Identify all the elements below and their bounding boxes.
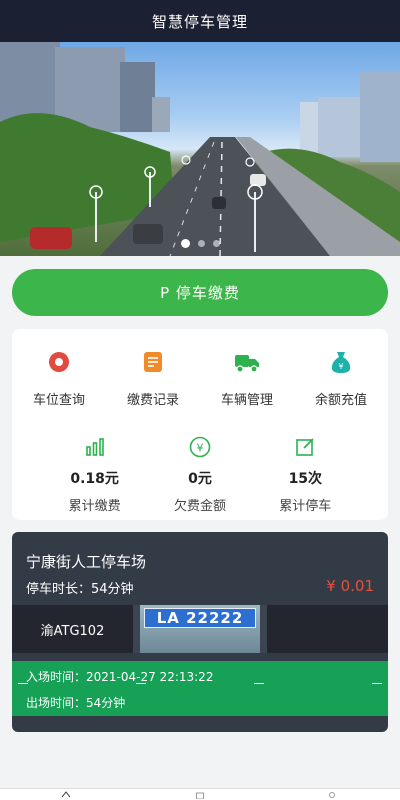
parking-fee: ¥ 0.01: [326, 577, 374, 595]
parking-duration: 停车时长：54分钟: [26, 582, 134, 597]
bar-chart-icon: [82, 434, 108, 460]
stat-value: 0.18元: [70, 471, 119, 487]
stats-row: 0.18元 累计缴费 ¥ 0元 欠费金额 15次 累计停车: [12, 408, 388, 514]
banner-carousel[interactable]: [0, 42, 400, 256]
stat-label: 累计缴费: [68, 499, 121, 514]
plate-photo: LA 22222: [140, 605, 260, 653]
menu-item-payment-records[interactable]: 缴费记录: [106, 349, 200, 408]
stat-arrears[interactable]: ¥ 0元 欠费金额: [155, 434, 245, 514]
parking-payment-label: P 停车缴费: [160, 284, 240, 302]
carousel-dot-1[interactable]: [180, 239, 190, 248]
menu-item-label: 车位查询: [32, 393, 85, 408]
menu-item-space-query[interactable]: 车位查询: [12, 349, 106, 408]
plate-number-text: 渝ATG102: [40, 623, 105, 639]
divider-dash: [136, 683, 146, 684]
plate-photo-placeholder: [267, 605, 388, 653]
carousel-dot-2[interactable]: [197, 240, 205, 247]
stat-total-parking[interactable]: 15次 累计停车: [260, 434, 350, 514]
carousel-indicators: [0, 239, 400, 248]
menu-row: 车位查询 缴费记录 车辆管理 ¥ 余额充值: [12, 329, 388, 408]
stat-value: 0元: [188, 471, 212, 487]
parking-record-card[interactable]: 宁康街人工停车场 停车时长：54分钟 ¥ 0.01 渝ATG102 LA 222…: [12, 532, 388, 732]
menu-item-label: 车辆管理: [220, 393, 273, 408]
home-icon[interactable]: [61, 791, 71, 799]
user-icon[interactable]: [327, 791, 337, 799]
menu-item-balance-recharge[interactable]: ¥ 余额充值: [294, 349, 388, 408]
app-header: 智慧停车管理: [0, 0, 400, 42]
parking-lot-name: 宁康街人工停车场: [26, 553, 147, 571]
svg-text:¥: ¥: [196, 442, 203, 455]
divider-dash: [18, 683, 28, 684]
carousel-dot-3[interactable]: [212, 240, 220, 247]
plate-strip: 渝ATG102 LA 22222: [12, 605, 388, 653]
stat-total-paid[interactable]: 0.18元 累计缴费: [50, 434, 140, 514]
divider-dash: [372, 683, 382, 684]
parking-payment-button[interactable]: P 停车缴费: [12, 269, 388, 316]
document-icon[interactable]: [195, 791, 205, 799]
exit-time: 出场时间：54分钟: [26, 696, 126, 710]
time-bar: 入场时间：2021-04-27 22:13:22 出场时间：54分钟: [12, 661, 388, 716]
stat-label: 欠费金额: [173, 499, 226, 514]
location-target-icon: [46, 349, 72, 375]
plate-photo-plate: LA 22222: [144, 608, 256, 628]
truck-icon: [234, 349, 260, 375]
stat-value: 15次: [288, 471, 323, 487]
page-title: 智慧停车管理: [151, 12, 248, 31]
dashboard-card: 车位查询 缴费记录 车辆管理 ¥ 余额充值 0.18元 累计缴费 ¥ 0元 欠费…: [12, 329, 388, 520]
entry-time: 入场时间：2021-04-27 22:13:22: [26, 670, 214, 684]
stat-label: 累计停车: [279, 499, 332, 514]
plate-photo-text: LA 22222: [156, 609, 244, 627]
banner-image: [0, 42, 400, 256]
edit-note-icon: [292, 434, 318, 460]
menu-item-label: 缴费记录: [126, 393, 179, 408]
divider-dash: [254, 683, 264, 684]
receipt-icon: [140, 349, 166, 375]
plate-number: 渝ATG102: [12, 605, 133, 653]
money-bag-icon: ¥: [328, 349, 354, 375]
menu-item-vehicle-management[interactable]: 车辆管理: [200, 349, 294, 408]
yen-circle-icon: ¥: [187, 434, 213, 460]
bottom-tab-bar: [0, 788, 400, 800]
menu-item-label: 余额充值: [314, 393, 367, 408]
svg-text:¥: ¥: [338, 362, 343, 371]
